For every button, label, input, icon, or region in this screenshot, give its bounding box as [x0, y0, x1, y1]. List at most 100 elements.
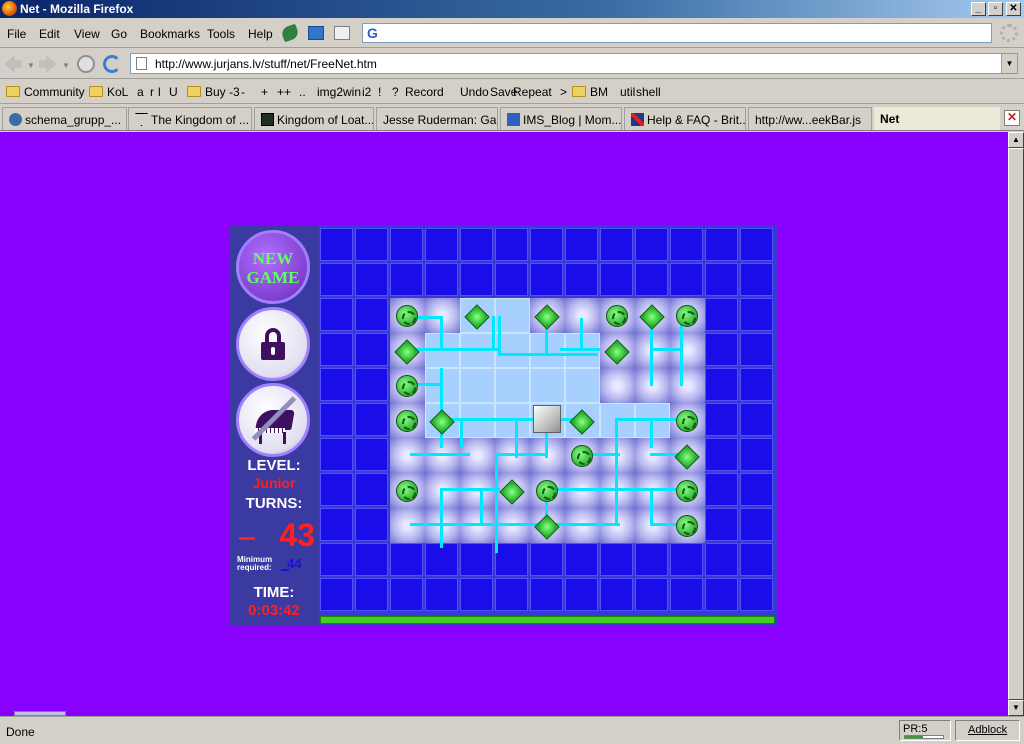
- grid-cell: [320, 298, 353, 331]
- bookmark-item[interactable]: Repeat: [513, 85, 552, 99]
- menu-help[interactable]: Help: [248, 27, 273, 41]
- grid-cell: [600, 543, 633, 576]
- grid-cell: [600, 578, 633, 611]
- tab-4[interactable]: Jesse Ruderman: Ga...: [376, 107, 498, 130]
- tab-3[interactable]: Kingdom of Loat...: [254, 107, 374, 130]
- pagerank-bar: [905, 736, 923, 738]
- address-dropdown-icon[interactable]: ▼: [1001, 54, 1017, 73]
- board-tile[interactable]: [670, 368, 705, 403]
- bookmark-item[interactable]: Record: [405, 85, 444, 99]
- bookmark-item[interactable]: -: [241, 85, 245, 99]
- bookmark-item[interactable]: ?: [392, 85, 399, 99]
- lock-button[interactable]: [236, 307, 310, 381]
- tab-1[interactable]: schema_grupp_...: [2, 107, 127, 130]
- stop-icon[interactable]: [77, 55, 95, 73]
- folder-icon: [187, 86, 201, 97]
- computer-node-icon: [396, 375, 418, 397]
- adblock-button[interactable]: Adblock: [955, 720, 1020, 741]
- menu-file[interactable]: File: [7, 27, 26, 41]
- tab-8[interactable]: Net: [874, 107, 1000, 130]
- sound-toggle-button[interactable]: [236, 383, 310, 457]
- bookmark-item[interactable]: -3: [229, 85, 240, 99]
- close-window-button[interactable]: ✕: [1006, 2, 1021, 16]
- grid-cell: [495, 228, 528, 261]
- back-dropdown-icon[interactable]: ▼: [27, 61, 35, 70]
- bookmark-item[interactable]: !: [378, 85, 381, 99]
- bookmark-item[interactable]: U: [169, 85, 178, 99]
- menu-go[interactable]: Go: [111, 27, 127, 41]
- grid-cell: [705, 298, 738, 331]
- grid-cell: [705, 333, 738, 366]
- new-game-button[interactable]: NEW GAME: [236, 230, 310, 304]
- pipe-segment: [580, 523, 620, 526]
- game-board[interactable]: [320, 228, 775, 612]
- new-game-label-line2: GAME: [246, 268, 300, 287]
- minimize-button[interactable]: _: [971, 2, 986, 16]
- bookmark-item[interactable]: Buy: [187, 85, 226, 99]
- pipe-segment: [680, 316, 683, 386]
- grid-cell: [425, 578, 458, 611]
- bookmark-item[interactable]: Undo: [460, 85, 489, 99]
- bookmark-item[interactable]: img2win: [317, 85, 361, 99]
- scroll-thumb[interactable]: [1008, 148, 1024, 700]
- grid-cell: [355, 368, 388, 401]
- menu-tools[interactable]: Tools: [207, 27, 235, 41]
- back-arrow-icon[interactable]: [4, 55, 22, 73]
- board-tile[interactable]: [530, 368, 565, 403]
- leaf-icon[interactable]: [280, 23, 300, 43]
- tab-6[interactable]: Help & FAQ - Brit...: [624, 107, 746, 130]
- bookmark-item[interactable]: shell: [636, 85, 661, 99]
- scroll-up-button[interactable]: ▲: [1008, 132, 1024, 148]
- bookmark-item[interactable]: Community: [6, 85, 85, 99]
- computer-node-icon: [396, 410, 418, 432]
- bookmark-item[interactable]: ++: [277, 85, 291, 99]
- tab-2[interactable]: The Kingdom of ...: [128, 107, 252, 130]
- grid-cell: [705, 228, 738, 261]
- menu-view[interactable]: View: [74, 27, 100, 41]
- grid-cell: [390, 263, 423, 296]
- connection-progress-bar: [320, 616, 775, 624]
- tab-7[interactable]: http://ww...eekBar.js: [748, 107, 872, 130]
- bookmark-item[interactable]: ..: [299, 85, 306, 99]
- adblock-tab[interactable]: [14, 711, 66, 716]
- scroll-down-button[interactable]: ▼: [1008, 700, 1024, 716]
- grid-cell: [320, 263, 353, 296]
- bookmark-item[interactable]: r: [150, 85, 154, 99]
- pagerank-box[interactable]: PR:5: [899, 720, 951, 741]
- grid-cell: [355, 438, 388, 471]
- address-url[interactable]: http://www.jurjans.lv/stuff/net/FreeNet.…: [155, 57, 377, 71]
- notepad-icon[interactable]: [334, 26, 350, 40]
- board-tile[interactable]: [495, 368, 530, 403]
- bookmark-item[interactable]: util: [620, 85, 635, 99]
- grid-cell: [565, 263, 598, 296]
- board-tile[interactable]: [565, 368, 600, 403]
- bookmark-item[interactable]: l: [158, 85, 161, 99]
- bookmark-item[interactable]: KoL: [89, 85, 128, 99]
- google-search-input[interactable]: G: [362, 23, 992, 43]
- forward-arrow-icon[interactable]: [39, 55, 57, 73]
- pipe-segment: [495, 453, 498, 553]
- forward-dropdown-icon[interactable]: ▼: [62, 61, 70, 70]
- bookmark-item[interactable]: BM: [572, 85, 608, 99]
- reload-icon[interactable]: [103, 55, 121, 73]
- bookmark-item[interactable]: i2: [362, 85, 371, 99]
- board-tile[interactable]: [600, 368, 635, 403]
- minimum-required-value: 44: [287, 556, 302, 571]
- tab-5[interactable]: IMS_Blog | Mom...: [500, 107, 622, 130]
- grid-cell: [600, 228, 633, 261]
- pipe-segment: [498, 316, 501, 356]
- s-extension-icon[interactable]: [308, 26, 324, 40]
- grid-cell: [320, 438, 353, 471]
- bookmark-item[interactable]: >: [560, 85, 567, 99]
- menu-bookmarks[interactable]: Bookmarks: [140, 27, 200, 41]
- close-tab-button[interactable]: ✕: [1004, 110, 1020, 126]
- grid-cell: [320, 508, 353, 541]
- bookmark-item[interactable]: +: [261, 85, 268, 99]
- vertical-scrollbar[interactable]: ▲ ▼: [1008, 132, 1024, 716]
- address-bar[interactable]: http://www.jurjans.lv/stuff/net/FreeNet.…: [130, 53, 1018, 74]
- menu-edit[interactable]: Edit: [39, 27, 60, 41]
- board-tile[interactable]: [460, 368, 495, 403]
- bookmark-item[interactable]: a: [137, 85, 144, 99]
- restore-button[interactable]: ▫: [988, 2, 1003, 16]
- grid-cell: [355, 228, 388, 261]
